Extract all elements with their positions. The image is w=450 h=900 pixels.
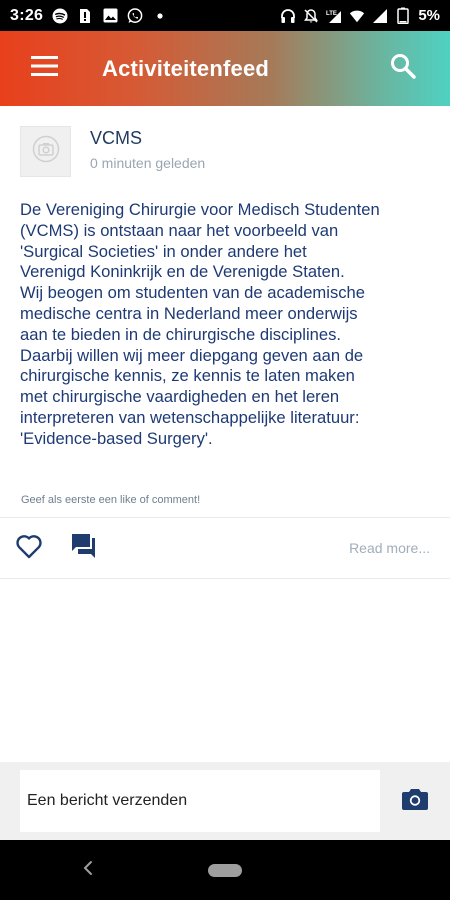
feed-post: VCMS 0 minuten geleden De Vereniging Chi… <box>0 106 450 579</box>
vibrate-off-icon <box>303 8 319 24</box>
status-bar: 3:26 LTE 5% <box>0 0 450 31</box>
post-header: VCMS 0 minuten geleden <box>0 106 450 206</box>
post-body-line: 'Surgical Societies' in onder andere het <box>20 241 307 261</box>
comment-button[interactable] <box>69 533 99 563</box>
composer-bar <box>0 762 450 840</box>
camera-placeholder-icon <box>32 135 60 168</box>
signal-lte-icon: LTE <box>326 8 342 24</box>
status-time: 3:26 <box>10 6 44 24</box>
post-body-line: Verenigd Koninkrijk en de Verenigde Stat… <box>20 262 345 282</box>
whatsapp-icon <box>127 7 143 24</box>
post-body-line: De Vereniging Chirurgie voor Medisch Stu… <box>20 200 380 219</box>
post-body-line: interpreteren van wetenschappelijke lite… <box>20 407 360 427</box>
menu-icon <box>30 56 58 81</box>
author-info: VCMS 0 minuten geleden <box>90 128 205 171</box>
post-actions: Read more... <box>0 518 450 578</box>
post-body-line: 'Evidence-based Surgery'. <box>20 428 213 448</box>
avatar[interactable] <box>20 126 71 177</box>
comments-icon <box>70 532 98 565</box>
dot-icon <box>152 8 168 24</box>
spotify-icon <box>52 8 68 24</box>
menu-button[interactable] <box>12 31 76 106</box>
heart-icon <box>15 533 43 564</box>
camera-icon <box>401 787 429 816</box>
back-button[interactable] <box>80 860 96 880</box>
battery-icon <box>395 7 411 24</box>
camera-button[interactable] <box>400 786 430 816</box>
sim-icon <box>77 8 93 24</box>
divider <box>0 578 450 579</box>
post-body-line: Daarbij willen wij meer diepgang geven a… <box>20 345 364 365</box>
author-name[interactable]: VCMS <box>90 128 205 149</box>
post-body-line: Wij beogen om studenten van de academisc… <box>20 283 365 303</box>
post-body-line: aan te bieden in de chirurgische discipl… <box>20 324 342 344</box>
chevron-left-icon <box>83 860 93 881</box>
wifi-icon <box>349 8 365 24</box>
read-more-link[interactable]: Read more... <box>349 540 430 556</box>
system-nav-bar <box>0 840 450 900</box>
signal-icon <box>372 8 388 24</box>
page-title: Activiteitenfeed <box>102 55 270 81</box>
like-hint: Geef als eerste een like of comment! <box>21 494 201 506</box>
like-button[interactable] <box>14 533 44 563</box>
image-icon <box>102 8 118 24</box>
post-body-line: medische centra in Nederland meer onderw… <box>20 303 358 323</box>
post-body-line: chirurgische kennis, ze kennis te laten … <box>20 366 355 386</box>
svg-text:LTE: LTE <box>326 11 337 17</box>
message-input[interactable] <box>20 770 380 832</box>
post-body-line: met chirurgische vaardigheden en het ler… <box>20 387 340 407</box>
battery-percentage: 5% <box>418 7 440 24</box>
post-timestamp: 0 minuten geleden <box>90 155 206 171</box>
headphones-icon <box>280 8 296 24</box>
post-body: De Vereniging Chirurgie voor Medisch Stu… <box>20 200 435 450</box>
search-icon <box>390 53 416 84</box>
app-bar: Activiteitenfeed <box>0 31 450 106</box>
post-body-line: (VCMS) is ontstaan naar het voorbeeld va… <box>20 220 339 240</box>
home-pill[interactable] <box>208 863 242 877</box>
search-button[interactable] <box>371 31 435 106</box>
